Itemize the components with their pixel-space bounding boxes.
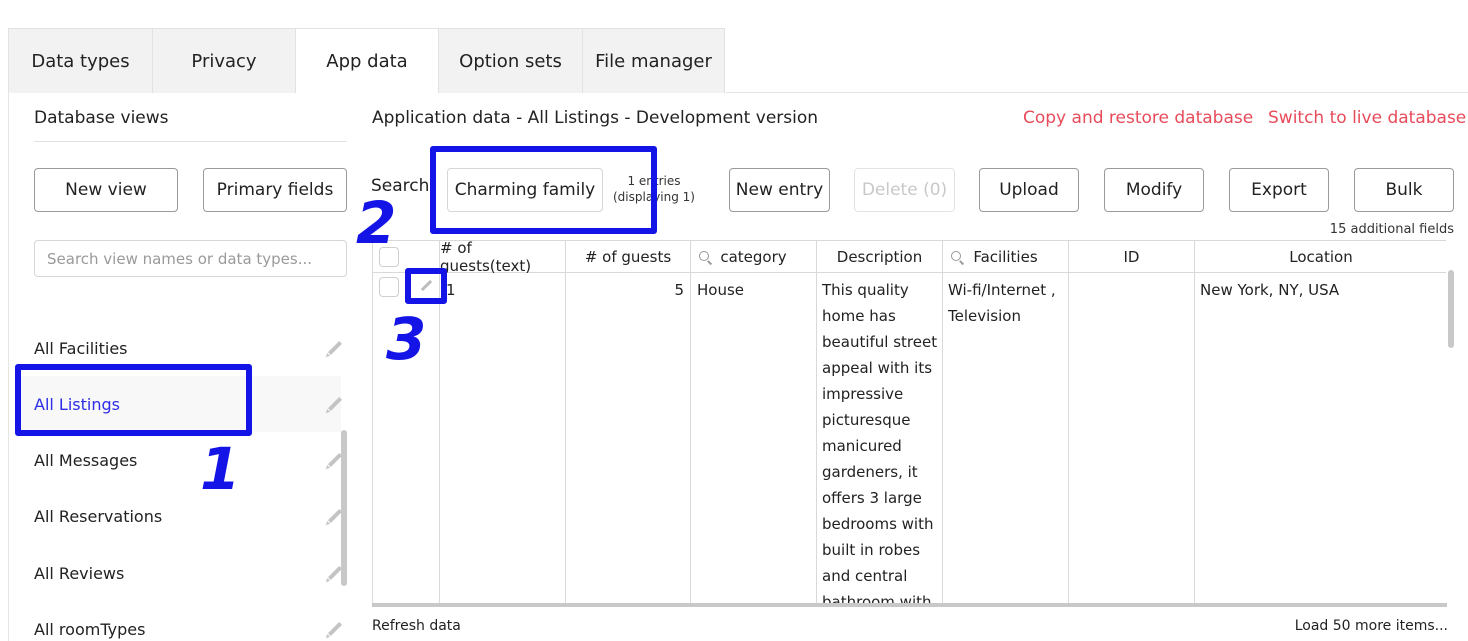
column-facilities: Facilities Wi-fi/Internet , Television xyxy=(943,241,1069,606)
panel-border xyxy=(8,92,9,641)
database-views-title: Database views xyxy=(34,108,169,128)
column-header[interactable]: # of guests(text) xyxy=(440,241,565,275)
sidebar-scrollbar[interactable] xyxy=(341,430,347,586)
column-header[interactable]: Facilities xyxy=(943,241,1068,273)
column-header-label: Facilities xyxy=(973,247,1038,266)
annotation-box-1 xyxy=(15,364,252,436)
view-item-label: All Reviews xyxy=(34,563,125,583)
tab-data-types[interactable]: Data types xyxy=(8,28,153,93)
tab-file-manager[interactable]: File manager xyxy=(582,28,725,93)
pencil-icon[interactable] xyxy=(327,452,343,468)
pencil-icon[interactable] xyxy=(327,396,343,412)
additional-fields-label[interactable]: 15 additional fields xyxy=(1330,222,1454,237)
table-cell[interactable]: 1 xyxy=(446,277,456,303)
pencil-icon[interactable] xyxy=(327,508,343,524)
table-cell[interactable]: 5 xyxy=(674,277,684,303)
tab-option-sets[interactable]: Option sets xyxy=(438,28,583,93)
view-search-input[interactable] xyxy=(34,240,347,277)
table-cell[interactable]: House xyxy=(697,277,744,303)
view-item-label: All Facilities xyxy=(34,338,128,358)
tab-app-data[interactable]: App data xyxy=(295,28,439,93)
tab-privacy[interactable]: Privacy xyxy=(152,28,296,93)
switch-live-link[interactable]: Switch to live database xyxy=(1268,108,1466,128)
tab-divider xyxy=(726,92,1468,93)
view-item-label: All Reservations xyxy=(34,506,163,526)
copy-restore-link[interactable]: Copy and restore database xyxy=(1023,108,1253,128)
column-header[interactable]: Location xyxy=(1195,241,1446,273)
vertical-scrollbar[interactable] xyxy=(1448,270,1454,348)
tab-bar: Data types Privacy App data Option sets … xyxy=(8,28,725,93)
upload-button[interactable]: Upload xyxy=(979,168,1079,212)
annotation-box-2 xyxy=(430,146,657,234)
row-checkbox[interactable] xyxy=(379,277,399,297)
table-cell[interactable]: New York, NY, USA xyxy=(1200,277,1339,303)
view-item-label: All Messages xyxy=(34,450,138,470)
search-icon xyxy=(699,251,709,261)
column-header[interactable]: category xyxy=(691,241,816,273)
refresh-data-link[interactable]: Refresh data xyxy=(372,618,461,634)
annotation-number-1: 1 xyxy=(200,435,241,503)
search-icon xyxy=(951,251,961,261)
new-view-button[interactable]: New view xyxy=(34,168,178,212)
new-entry-button[interactable]: New entry xyxy=(729,168,830,212)
bulk-button[interactable]: Bulk xyxy=(1354,168,1454,212)
view-item-all-roomtypes[interactable]: All roomTypes xyxy=(20,601,343,641)
column-header[interactable]: Description xyxy=(817,241,942,273)
primary-fields-button[interactable]: Primary fields xyxy=(203,168,347,212)
pencil-icon[interactable] xyxy=(327,565,343,581)
pencil-icon[interactable] xyxy=(327,621,343,637)
column-guests: # of guests 5 xyxy=(566,241,691,606)
annotation-box-3 xyxy=(405,268,447,304)
annotation-number-3: 3 xyxy=(386,305,427,373)
pencil-icon[interactable] xyxy=(327,340,343,356)
annotation-number-2: 2 xyxy=(356,189,397,257)
view-item-all-reviews[interactable]: All Reviews xyxy=(20,545,343,601)
page-title: Application data - All Listings - Develo… xyxy=(372,108,819,128)
column-category: category House xyxy=(691,241,817,606)
column-header[interactable]: ID xyxy=(1069,241,1194,273)
data-table: # of guests(text) 1 # of guests 5 catego… xyxy=(372,240,1446,606)
column-location: Location New York, NY, USA xyxy=(1195,241,1446,606)
view-item-all-reservations[interactable]: All Reservations xyxy=(20,488,343,544)
modify-button[interactable]: Modify xyxy=(1104,168,1204,212)
load-more-link[interactable]: Load 50 more items... xyxy=(1295,618,1448,634)
column-id: ID xyxy=(1069,241,1195,606)
column-header-label: category xyxy=(720,247,787,266)
column-description: Description This quality home has beauti… xyxy=(817,241,943,606)
horizontal-scrollbar[interactable] xyxy=(372,603,1447,607)
column-guests-text: # of guests(text) 1 xyxy=(440,241,566,606)
table-cell[interactable]: This quality home has beautiful street a… xyxy=(822,277,938,606)
table-cell[interactable]: Wi-fi/Internet , Television xyxy=(948,277,1066,329)
column-header[interactable]: # of guests xyxy=(566,241,690,273)
export-button[interactable]: Export xyxy=(1229,168,1329,212)
view-item-all-messages[interactable]: All Messages xyxy=(20,432,343,488)
view-item-label: All roomTypes xyxy=(34,619,146,639)
delete-button[interactable]: Delete (0) xyxy=(854,168,955,212)
sidebar-divider xyxy=(34,141,347,142)
